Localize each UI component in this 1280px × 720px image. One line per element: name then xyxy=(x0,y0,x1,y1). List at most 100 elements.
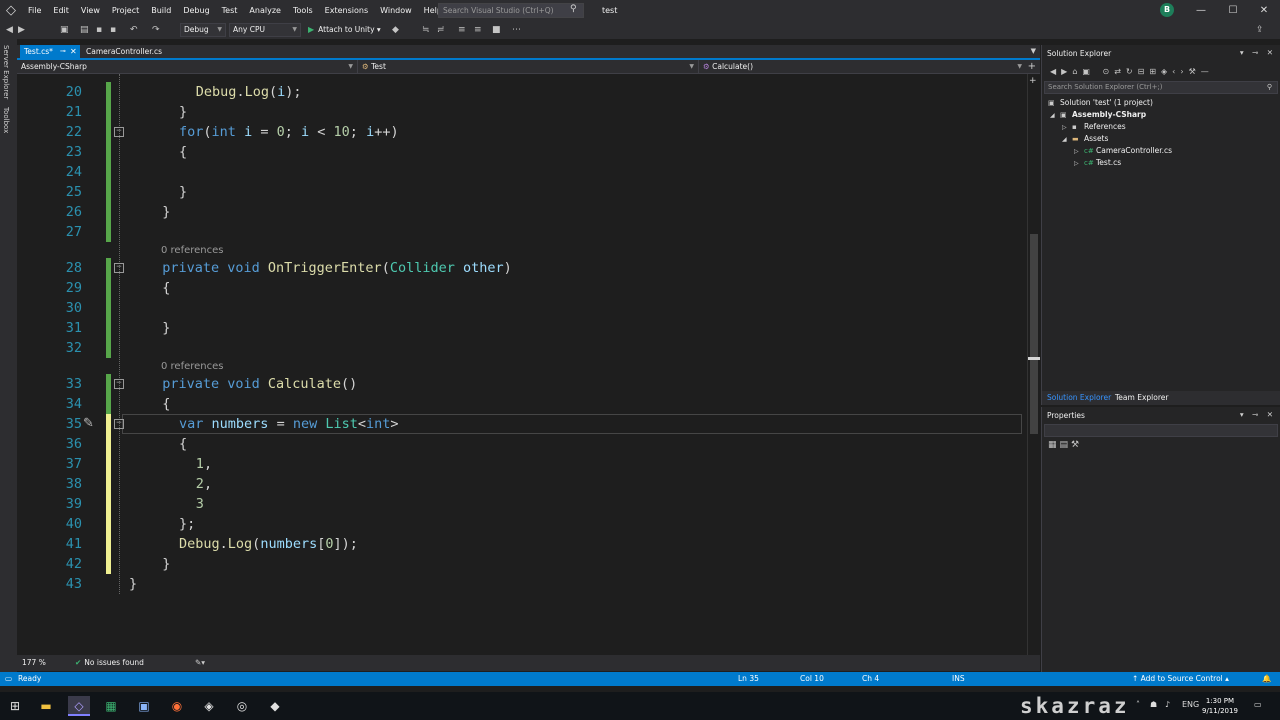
code-text[interactable]: { xyxy=(162,394,170,414)
quick-actions-icon[interactable]: ✎ xyxy=(83,417,94,431)
collapsed-arrow-icon[interactable]: ▷ xyxy=(1074,158,1084,170)
code-line[interactable]: 41 Debug.Log(numbers[0]); xyxy=(17,534,1027,554)
properties-icon[interactable]: ⚒ xyxy=(1189,67,1201,76)
panel-window-buttons[interactable]: ▾ ⊸ ✕ xyxy=(1240,48,1276,57)
search-icon[interactable]: ⚲ xyxy=(570,4,577,14)
menu-item-file[interactable]: File xyxy=(22,0,47,21)
tree-file-camera-controller[interactable]: ▷ c# CameraController.cs xyxy=(1074,145,1172,157)
clock[interactable]: 1:30 PM 9/11/2019 xyxy=(1202,696,1238,716)
tab-solution-explorer[interactable]: Solution Explorer xyxy=(1047,391,1111,405)
solution-search-input[interactable]: Search Solution Explorer (Ctrl+;) ⚲ xyxy=(1044,81,1278,94)
outdent-icon[interactable]: ≡ xyxy=(474,24,482,36)
property-pages-icon[interactable]: ⚒ xyxy=(1071,440,1082,450)
notifications-icon[interactable]: 🔔 xyxy=(1262,672,1271,686)
unity-hub-icon[interactable]: ◈ xyxy=(198,696,220,716)
collapse-region-icon[interactable]: − xyxy=(114,127,124,137)
comment-icon[interactable]: ⋯ xyxy=(512,24,521,36)
menu-item-window[interactable]: Window xyxy=(374,0,418,21)
code-text[interactable]: } xyxy=(162,318,170,338)
issues-indicator[interactable]: ✔ No issues found xyxy=(75,655,144,671)
code-line[interactable]: 27 xyxy=(17,222,1027,242)
code-line[interactable]: 29 { xyxy=(17,278,1027,298)
back-icon[interactable]: ◀ xyxy=(6,24,13,36)
back-icon[interactable]: ◀ xyxy=(1050,67,1061,76)
code-icon[interactable]: ‹› xyxy=(1172,67,1188,76)
unity-icon[interactable]: ◆ xyxy=(392,24,399,36)
expanded-arrow-icon[interactable]: ◢ xyxy=(1050,110,1060,122)
filter-icon[interactable]: ✎▾ xyxy=(195,655,205,671)
add-split-icon[interactable]: + xyxy=(1029,76,1037,86)
code-line[interactable]: 30 xyxy=(17,298,1027,318)
code-line[interactable]: 31} xyxy=(17,318,1027,338)
code-text[interactable]: var numbers = new List<int> xyxy=(179,414,399,434)
code-line[interactable]: 20 Debug.Log(i); xyxy=(17,82,1027,102)
code-line[interactable]: 23 { xyxy=(17,142,1027,162)
code-text[interactable]: Debug.Log(i); xyxy=(196,82,302,102)
indent-icon[interactable]: ≡ xyxy=(458,24,466,36)
code-line[interactable]: 38 2, xyxy=(17,474,1027,494)
properties-object-dropdown[interactable] xyxy=(1044,424,1278,437)
tree-references[interactable]: ▷ ▪ References xyxy=(1062,121,1126,133)
collapse-region-icon[interactable]: − xyxy=(114,379,124,389)
tab-test-cs[interactable]: Test.cs* ⊸ ✕ xyxy=(20,45,80,58)
configuration-dropdown[interactable]: Debug ▼ xyxy=(180,23,226,37)
unity-icon[interactable]: ◎ xyxy=(231,696,253,716)
save-icon[interactable]: ▪ xyxy=(96,24,102,36)
unity-editor-icon[interactable]: ◆ xyxy=(264,696,286,716)
collapse-all-icon[interactable]: ⊟ xyxy=(1138,67,1150,76)
code-text[interactable]: for(int i = 0; i < 10; i++) xyxy=(179,122,399,142)
live-share-icon[interactable]: ⇪ xyxy=(1256,24,1264,36)
close-icon[interactable]: ✕ xyxy=(1247,0,1280,21)
code-line[interactable]: 36 { xyxy=(17,434,1027,454)
show-all-files-icon[interactable]: ⊞ xyxy=(1149,67,1161,76)
redo-icon[interactable]: ↷ xyxy=(152,24,160,36)
menu-item-debug[interactable]: Debug xyxy=(177,0,215,21)
tray-arrow-icon[interactable]: ˄ xyxy=(1136,700,1140,709)
platform-dropdown[interactable]: Any CPU ▼ xyxy=(229,23,301,37)
split-editor-icon[interactable]: + xyxy=(1028,60,1036,74)
code-line[interactable]: 42} xyxy=(17,554,1027,574)
code-text[interactable]: 1, xyxy=(196,454,212,474)
file-explorer-icon[interactable]: ▬ xyxy=(35,696,57,716)
save-disk-icon[interactable]: ▣ xyxy=(133,696,155,716)
code-line[interactable]: 39 3 xyxy=(17,494,1027,514)
refresh-icon[interactable]: ↻ xyxy=(1126,67,1138,76)
menu-item-test[interactable]: Test xyxy=(216,0,244,21)
tab-camera-controller[interactable]: CameraController.cs xyxy=(82,45,162,58)
vertical-scrollbar[interactable]: + xyxy=(1027,74,1040,655)
action-center-icon[interactable]: ▭ xyxy=(1254,700,1262,709)
tree-file-test[interactable]: ▷ c# Test.cs xyxy=(1074,157,1121,169)
code-line[interactable]: 28 − private void OnTriggerEnter(Collider … xyxy=(17,258,1027,278)
source-control-button[interactable]: ↑ Add to Source Control ▴ xyxy=(1132,672,1229,686)
tree-project[interactable]: ◢ ▣ Assembly-CSharp xyxy=(1050,109,1146,121)
code-text[interactable]: } xyxy=(129,574,137,594)
code-line[interactable]: 32 xyxy=(17,338,1027,358)
class-dropdown[interactable]: ⚙ Test ▼ xyxy=(358,60,699,74)
maximize-icon[interactable]: ☐ xyxy=(1216,0,1250,21)
code-text[interactable]: { xyxy=(179,434,187,454)
code-text[interactable]: { xyxy=(162,278,170,298)
search-icon[interactable]: ⚲ xyxy=(1267,82,1272,93)
visual-studio-task-icon[interactable]: ◇ xyxy=(68,696,90,716)
menu-item-project[interactable]: Project xyxy=(106,0,145,21)
home-icon[interactable]: ⌂ xyxy=(1072,67,1082,76)
pin-icon[interactable]: ⊸ xyxy=(60,45,66,58)
volume-icon[interactable]: ♪ xyxy=(1165,700,1170,709)
menu-item-edit[interactable]: Edit xyxy=(47,0,75,21)
code-line[interactable]: 22 − for(int i = 0; i < 10; i++) xyxy=(17,122,1027,142)
firefox-icon[interactable]: ◉ xyxy=(166,696,188,716)
server-explorer-tab[interactable]: Server Explorer xyxy=(2,45,10,99)
codelens-references[interactable]: 0 references xyxy=(161,244,224,258)
expanded-arrow-icon[interactable]: ◢ xyxy=(1062,134,1072,146)
code-text[interactable]: private void Calculate() xyxy=(162,374,357,394)
forward-icon[interactable]: ▶ xyxy=(18,24,25,36)
code-text[interactable]: { xyxy=(179,142,187,162)
tree-assets-folder[interactable]: ◢ ▬ Assets xyxy=(1062,133,1108,145)
categorized-icon[interactable]: ▦ xyxy=(1048,440,1060,450)
code-text[interactable]: } xyxy=(179,102,187,122)
menu-item-build[interactable]: Build xyxy=(145,0,177,21)
search-input[interactable]: Search Visual Studio (Ctrl+Q) xyxy=(438,3,584,18)
code-text[interactable]: private void OnTriggerEnter(Collider oth… xyxy=(162,258,512,278)
code-line[interactable]: 25} xyxy=(17,182,1027,202)
switch-views-icon[interactable]: ▣ xyxy=(1082,67,1095,76)
